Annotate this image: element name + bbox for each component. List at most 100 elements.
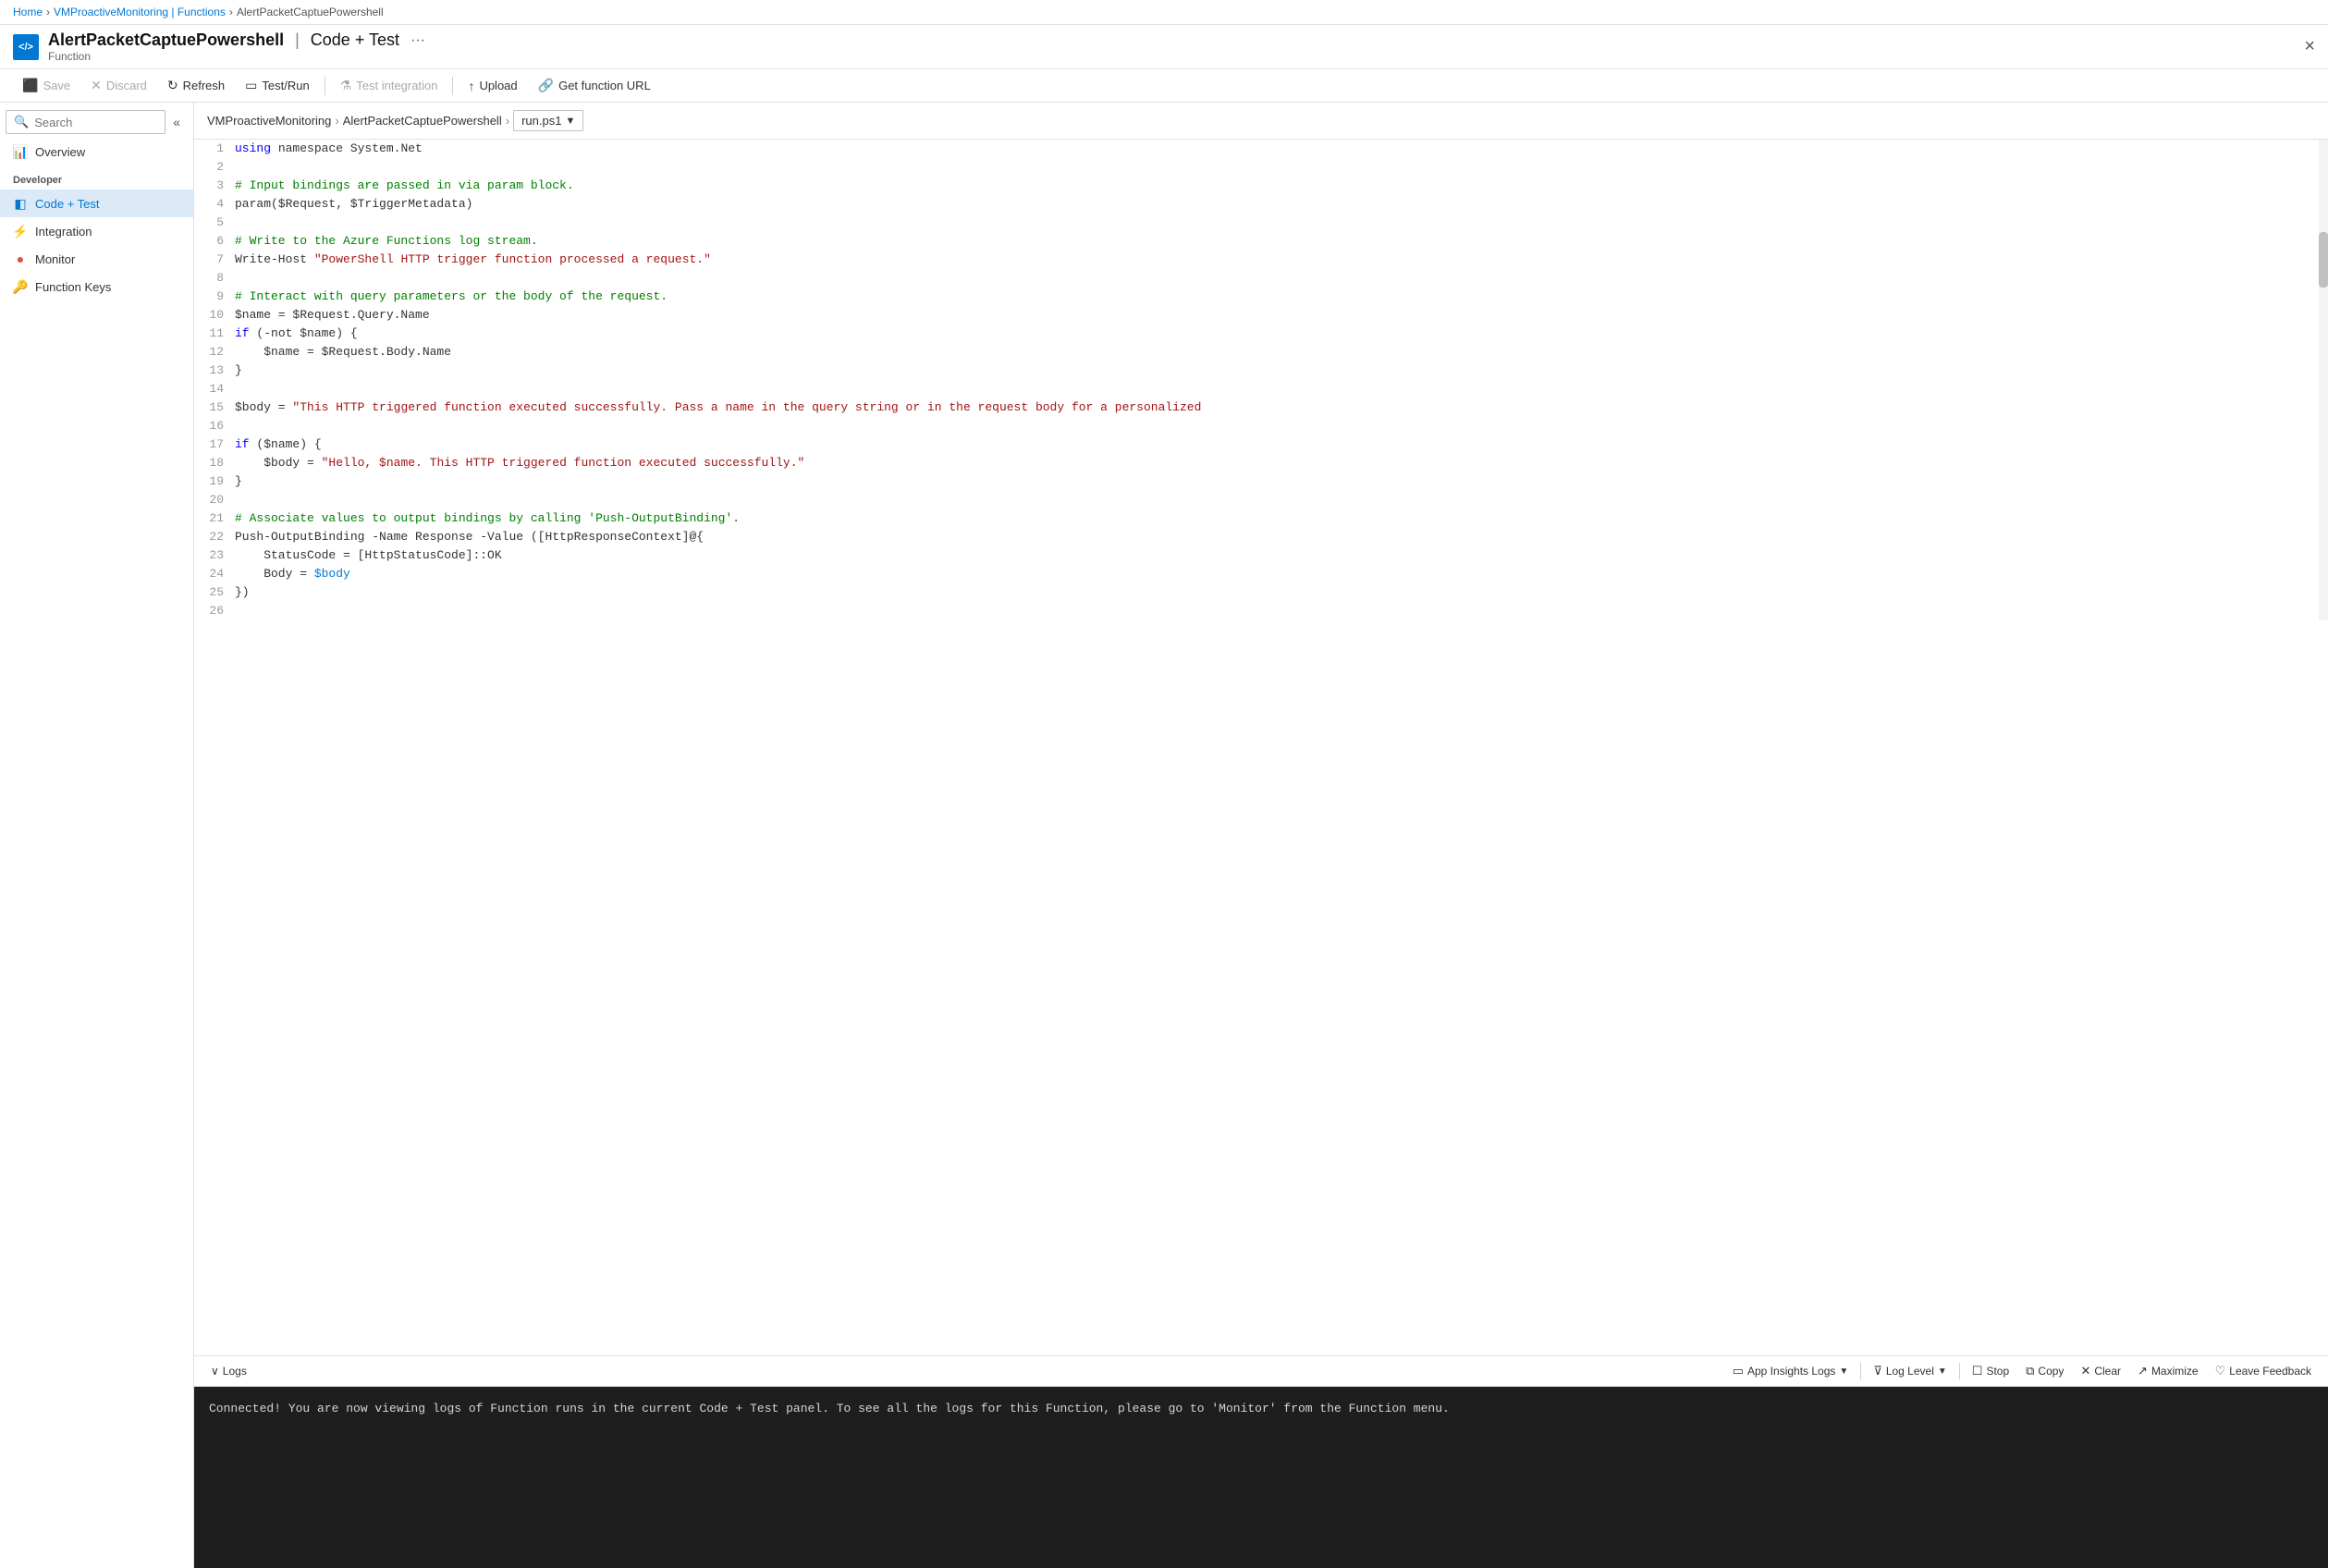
title-bar: </> AlertPacketCaptuePowershell | Code +… <box>0 25 2328 69</box>
discard-button[interactable]: ✕ Discard <box>81 73 156 98</box>
code-line: 24 Body = $body <box>194 565 2328 583</box>
discard-icon: ✕ <box>91 78 102 93</box>
code-line: 8 <box>194 269 2328 288</box>
breadcrumb: Home › VMProactiveMonitoring | Functions… <box>0 0 2328 25</box>
file-dropdown[interactable]: run.ps1 ▼ <box>513 110 583 131</box>
logs-toggle[interactable]: ∨ Logs <box>203 1361 254 1381</box>
get-url-icon: 🔗 <box>538 78 554 93</box>
ellipsis-menu[interactable]: ··· <box>410 32 425 49</box>
toolbar: ⬛ Save ✕ Discard ↻ Refresh ▭ Test/Run ⚗ … <box>0 69 2328 103</box>
code-line: 9# Interact with query parameters or the… <box>194 288 2328 306</box>
app-insights-button[interactable]: ▭ App Insights Logs ▼ <box>1725 1360 1856 1382</box>
code-line: 5 <box>194 214 2328 232</box>
file-name: run.ps1 <box>521 114 561 128</box>
integration-icon: ⚡ <box>13 224 28 239</box>
upload-icon: ↑ <box>468 79 474 93</box>
function-keys-icon: 🔑 <box>13 279 28 294</box>
sidebar-item-integration[interactable]: ⚡ Integration <box>0 217 193 245</box>
test-run-icon: ▭ <box>245 78 257 93</box>
stop-icon: ☐ <box>1972 1364 1983 1378</box>
filter-icon: ⊽ <box>1873 1364 1882 1378</box>
path-part-1: VMProactiveMonitoring <box>207 114 331 128</box>
chevron-down-icon-ll: ▼ <box>1938 1366 1947 1377</box>
sidebar: 🔍 « 📊 Overview Developer ◧ Code + Test ⚡… <box>0 103 194 1568</box>
code-line: 12 $name = $Request.Body.Name <box>194 343 2328 361</box>
test-integration-icon: ⚗ <box>340 78 352 93</box>
logs-content: Connected! You are now viewing logs of F… <box>194 1387 2328 1568</box>
maximize-button[interactable]: ↗ Maximize <box>2130 1360 2206 1382</box>
path-part-2: AlertPacketCaptuePowershell <box>343 114 502 128</box>
search-input[interactable] <box>34 116 157 129</box>
breadcrumb-home[interactable]: Home <box>13 6 43 18</box>
sidebar-collapse-btn[interactable]: « <box>165 111 188 133</box>
clear-icon: ✕ <box>2080 1364 2090 1378</box>
logs-toolbar: ∨ Logs ▭ App Insights Logs ▼ ⊽ Log Level… <box>194 1356 2328 1387</box>
leave-feedback-button[interactable]: ♡ Leave Feedback <box>2208 1360 2319 1382</box>
get-function-url-button[interactable]: 🔗 Get function URL <box>529 73 660 98</box>
code-test-icon: ◧ <box>13 196 28 211</box>
subtitle: Function <box>48 50 425 63</box>
sidebar-item-function-keys[interactable]: 🔑 Function Keys <box>0 273 193 300</box>
stop-button[interactable]: ☐ Stop <box>1965 1360 2016 1382</box>
chevron-down-icon-ai: ▼ <box>1839 1366 1848 1377</box>
code-line: 4param($Request, $TriggerMetadata) <box>194 195 2328 214</box>
code-line: 17if ($name) { <box>194 435 2328 454</box>
code-line: 26 <box>194 602 2328 620</box>
code-line: 16 <box>194 417 2328 435</box>
breadcrumb-functions[interactable]: VMProactiveMonitoring | Functions <box>54 6 226 18</box>
log-level-button[interactable]: ⊽ Log Level ▼ <box>1866 1360 1954 1382</box>
code-line: 3# Input bindings are passed in via para… <box>194 177 2328 195</box>
code-line: 7Write-Host "PowerShell HTTP trigger fun… <box>194 251 2328 269</box>
maximize-icon: ↗ <box>2138 1364 2148 1378</box>
code-line: 13} <box>194 361 2328 380</box>
content-area: VMProactiveMonitoring › AlertPacketCaptu… <box>194 103 2328 1568</box>
app-icon: </> <box>13 34 39 60</box>
test-run-button[interactable]: ▭ Test/Run <box>236 73 319 98</box>
code-line: 10$name = $Request.Query.Name <box>194 306 2328 325</box>
code-line: 2 <box>194 158 2328 177</box>
toolbar-separator2 <box>452 77 453 95</box>
developer-section-label: Developer <box>0 165 193 190</box>
code-line: 18 $body = "Hello, $name. This HTTP trig… <box>194 454 2328 472</box>
code-line: 22Push-OutputBinding -Name Response -Val… <box>194 528 2328 546</box>
test-integration-button[interactable]: ⚗ Test integration <box>331 73 447 98</box>
copy-icon: ⧉ <box>2026 1364 2034 1378</box>
code-line: 11if (-not $name) { <box>194 325 2328 343</box>
file-path-bar: VMProactiveMonitoring › AlertPacketCaptu… <box>194 103 2328 140</box>
close-button[interactable]: × <box>2304 36 2315 57</box>
search-box[interactable]: 🔍 <box>6 110 165 134</box>
code-line: 25}) <box>194 583 2328 602</box>
scroll-thumb[interactable] <box>2319 232 2328 288</box>
code-line: 21# Associate values to output bindings … <box>194 509 2328 528</box>
breadcrumb-current: AlertPacketCaptuePowershell <box>237 6 384 18</box>
code-line: 6# Write to the Azure Functions log stre… <box>194 232 2328 251</box>
save-button[interactable]: ⬛ Save <box>13 73 80 98</box>
chevron-down-icon-logs: ∨ <box>211 1365 219 1378</box>
copy-button[interactable]: ⧉ Copy <box>2018 1360 2071 1382</box>
chevron-down-icon: ▼ <box>565 116 575 127</box>
feedback-icon: ♡ <box>2215 1364 2226 1378</box>
scroll-track[interactable] <box>2319 140 2328 620</box>
code-line: 15$body = "This HTTP triggered function … <box>194 398 2328 417</box>
overview-icon: 📊 <box>13 144 28 159</box>
main-layout: 🔍 « 📊 Overview Developer ◧ Code + Test ⚡… <box>0 103 2328 1568</box>
upload-button[interactable]: ↑ Upload <box>459 74 526 98</box>
code-editor[interactable]: 1using namespace System.Net2 3# Input bi… <box>194 140 2328 1355</box>
monitor-icon: ● <box>13 251 28 266</box>
view-name: Code + Test <box>311 31 399 50</box>
app-insights-icon: ▭ <box>1733 1364 1744 1378</box>
title-group: AlertPacketCaptuePowershell | Code + Tes… <box>48 31 425 63</box>
code-line: 20 <box>194 491 2328 509</box>
refresh-icon: ↻ <box>167 78 178 93</box>
sidebar-item-monitor[interactable]: ● Monitor <box>0 245 193 273</box>
code-line: 14 <box>194 380 2328 398</box>
sidebar-item-overview[interactable]: 📊 Overview <box>0 138 193 165</box>
save-icon: ⬛ <box>22 78 38 93</box>
code-line: 1using namespace System.Net <box>194 140 2328 158</box>
clear-button[interactable]: ✕ Clear <box>2073 1360 2128 1382</box>
function-name: AlertPacketCaptuePowershell <box>48 31 284 50</box>
sidebar-item-code-test[interactable]: ◧ Code + Test <box>0 190 193 217</box>
logs-panel: ∨ Logs ▭ App Insights Logs ▼ ⊽ Log Level… <box>194 1355 2328 1568</box>
code-line: 23 StatusCode = [HttpStatusCode]::OK <box>194 546 2328 565</box>
refresh-button[interactable]: ↻ Refresh <box>158 73 234 98</box>
